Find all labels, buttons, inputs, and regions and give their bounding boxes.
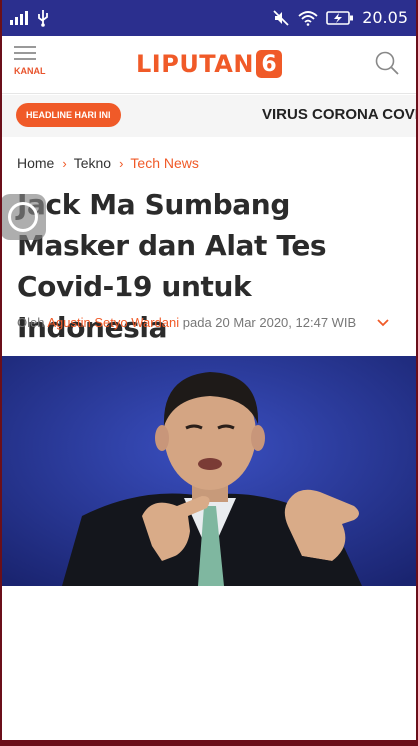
battery-charging-icon (326, 10, 354, 25)
app-header: KANAL LIPUTAN 6 (2, 36, 416, 94)
breadcrumb-tech-news[interactable]: Tech News (130, 155, 198, 171)
article-byline: Oleh Agustin Setyo Wardani pada 20 Mar 2… (17, 315, 356, 330)
headline-ticker: HEADLINE HARI INI VIRUS CORONA COVID-19 (2, 95, 416, 137)
floating-assistive-button[interactable] (2, 194, 46, 240)
breadcrumb: Home › Tekno › Tech News (17, 155, 199, 171)
breadcrumb-separator-icon: › (119, 155, 124, 171)
article-hero-image (2, 356, 416, 586)
status-bar: 20.05 (2, 0, 416, 36)
app-screen: 20.05 KANAL LIPUTAN 6 HEADLINE HARI INI … (2, 0, 416, 746)
usb-icon (38, 10, 48, 27)
byline-date: pada 20 Mar 2020, 12:47 WIB (182, 315, 357, 330)
signal-icon (10, 11, 28, 25)
liputan6-logo[interactable]: LIPUTAN 6 (136, 50, 282, 78)
breadcrumb-home[interactable]: Home (17, 155, 54, 171)
chevron-down-icon[interactable] (376, 315, 390, 329)
breadcrumb-separator-icon: › (62, 155, 67, 171)
author-link[interactable]: Agustin Setyo Wardani (47, 315, 179, 330)
headline-badge[interactable]: HEADLINE HARI INI (16, 103, 121, 127)
wifi-icon (298, 10, 318, 26)
kanal-menu-button[interactable]: KANAL (14, 46, 54, 76)
hamburger-icon (14, 46, 36, 60)
breadcrumb-tekno[interactable]: Tekno (74, 155, 111, 171)
logo-number: 6 (255, 50, 282, 78)
byline-prefix: Oleh (17, 315, 45, 330)
search-icon[interactable] (374, 50, 400, 76)
clock: 20.05 (362, 8, 408, 27)
circle-icon (8, 202, 38, 232)
kanal-label: KANAL (14, 66, 46, 76)
ticker-headline[interactable]: VIRUS CORONA COVID-19 (262, 106, 416, 123)
bottom-border (0, 740, 418, 746)
logo-text: LIPUTAN (136, 50, 254, 78)
mute-icon (273, 9, 289, 26)
speaker-photo (2, 356, 416, 586)
